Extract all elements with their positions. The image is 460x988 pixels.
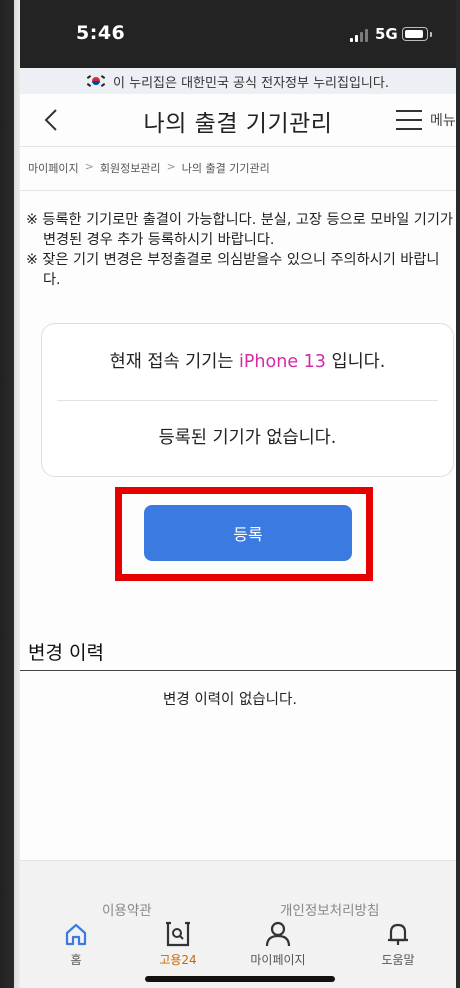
device-frame-right bbox=[456, 0, 460, 988]
breadcrumb-item[interactable]: 마이페이지 bbox=[28, 160, 79, 176]
tab-help[interactable]: 도움말 bbox=[358, 918, 438, 978]
status-bar: 5:46 5G bbox=[20, 0, 456, 68]
menu-icon[interactable] bbox=[396, 110, 422, 130]
tab-mypage[interactable]: 마이페이지 bbox=[238, 918, 318, 978]
registered-device-empty: 등록된 기기가 없습니다. bbox=[158, 428, 337, 448]
device-frame-left bbox=[0, 0, 20, 988]
page-header: 나의 출결 기기관리 메뉴 bbox=[20, 94, 456, 144]
register-button[interactable]: 등록 bbox=[144, 505, 352, 561]
tab-help-label: 도움말 bbox=[381, 953, 415, 967]
home-indicator bbox=[145, 976, 335, 982]
notice-item: ※ 등록한 기기로만 출결이 가능합니다. 분실, 고장 등으로 모바일 기기가… bbox=[26, 212, 453, 248]
notice-item: ※ 잦은 기기 변경은 부정출결로 의심받을수 있으니 주의하시기 바랍니다. bbox=[26, 252, 440, 288]
terms-link[interactable]: 이용약관 bbox=[102, 899, 152, 919]
korea-flag-icon bbox=[86, 75, 106, 87]
tab-home[interactable]: 홈 bbox=[36, 918, 116, 978]
breadcrumb-item[interactable]: 회원정보관리 bbox=[100, 160, 161, 176]
breadcrumb-current: 나의 출결 기기관리 bbox=[181, 162, 270, 175]
history-divider bbox=[20, 670, 456, 671]
card-divider bbox=[57, 400, 438, 401]
tab-mypage-label: 마이페이지 bbox=[250, 953, 306, 967]
tab-work24[interactable]: 고용24 bbox=[138, 918, 218, 978]
notice-text: ※ 등록한 기기로만 출결이 가능합니다. 분실, 고장 등으로 모바일 기기가… bbox=[26, 210, 454, 290]
gov-banner-text: 이 누리집은 대한민국 공식 전자정부 누리집입니다. bbox=[113, 75, 389, 91]
history-title: 변경 이력 bbox=[28, 642, 104, 664]
header-divider bbox=[20, 146, 456, 147]
current-device-prefix: 현재 접속 기기는 bbox=[109, 352, 240, 372]
battery-icon bbox=[402, 27, 428, 41]
battery-tip bbox=[430, 32, 432, 37]
privacy-link[interactable]: 개인정보처리방침 bbox=[280, 899, 379, 919]
current-device-suffix: 입니다. bbox=[325, 352, 386, 372]
current-device-text: 현재 접속 기기는 iPhone 13 입니다. bbox=[42, 348, 453, 373]
breadcrumb-separator: > bbox=[166, 160, 176, 173]
bell-icon bbox=[388, 923, 408, 945]
search-document-icon bbox=[166, 921, 190, 947]
page-title: 나의 출결 기기관리 bbox=[143, 111, 333, 137]
history-empty-text: 변경 이력이 없습니다. bbox=[163, 692, 297, 708]
device-model: iPhone 13 bbox=[239, 352, 326, 372]
breadcrumb: 마이페이지 > 회원정보관리 > 나의 출결 기기관리 bbox=[28, 160, 270, 176]
breadcrumb-divider bbox=[20, 190, 456, 191]
menu-label[interactable]: 메뉴 bbox=[430, 110, 456, 130]
device-info-card: 현재 접속 기기는 iPhone 13 입니다. 등록된 기기가 없습니다. bbox=[41, 323, 454, 477]
person-icon bbox=[265, 921, 291, 947]
status-time: 5:46 bbox=[76, 22, 126, 44]
gov-banner: 이 누리집은 대한민국 공식 전자정부 누리집입니다. bbox=[20, 68, 456, 94]
breadcrumb-separator: > bbox=[84, 160, 94, 173]
signal-icon bbox=[350, 28, 370, 42]
network-type: 5G bbox=[375, 25, 398, 43]
home-icon bbox=[65, 923, 87, 946]
tab-home-label: 홈 bbox=[70, 953, 82, 967]
tab-work24-label: 고용24 bbox=[159, 953, 197, 967]
